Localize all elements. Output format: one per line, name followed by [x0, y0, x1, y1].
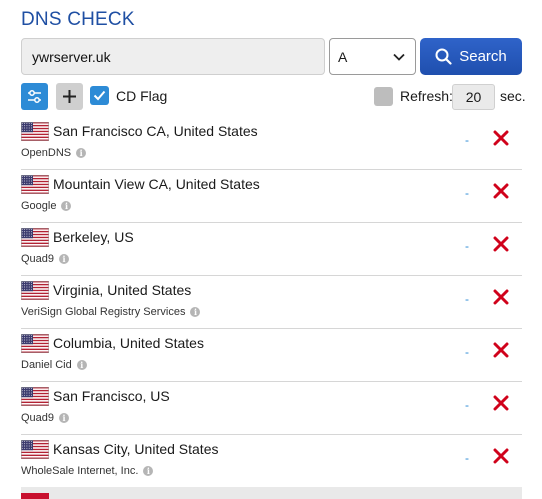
us-flag-icon — [21, 122, 49, 141]
info-icon[interactable]: i — [59, 413, 70, 423]
server-row: San Francisco CA, United States OpenDNS i - — [21, 117, 522, 170]
server-result: - — [465, 133, 469, 147]
check-icon — [93, 90, 106, 101]
server-location: Columbia, United States — [53, 335, 204, 351]
server-row: Mountain View CA, United States Google i - — [21, 170, 522, 223]
delete-icon[interactable] — [493, 395, 509, 411]
server-row: Kansas City, United States WholeSale Inte… — [21, 435, 522, 488]
server-row-partial — [21, 487, 522, 499]
server-provider-name: VeriSign Global Registry Services — [21, 306, 186, 318]
server-provider: OpenDNS i — [21, 147, 87, 159]
us-flag-icon — [21, 175, 49, 194]
record-type-value: A — [338, 48, 348, 65]
server-provider-name: WholeSale Internet, Inc. — [21, 465, 139, 477]
seconds-label: sec. — [500, 88, 526, 104]
plus-icon — [63, 90, 76, 103]
server-provider-name: Daniel Cid — [21, 359, 72, 371]
delete-icon[interactable] — [493, 289, 509, 305]
info-icon[interactable]: i — [190, 307, 201, 317]
server-provider: Quad9 i — [21, 412, 70, 424]
server-location: San Francisco CA, United States — [53, 123, 258, 139]
server-location: Mountain View CA, United States — [53, 176, 260, 192]
server-provider: Daniel Cid i — [21, 359, 87, 371]
delete-icon[interactable] — [493, 130, 509, 146]
us-flag-icon — [21, 281, 49, 300]
delete-icon[interactable] — [493, 448, 509, 464]
server-result: - — [465, 398, 469, 412]
chevron-down-icon — [393, 53, 405, 61]
info-icon[interactable]: i — [76, 360, 87, 370]
server-result: - — [465, 186, 469, 200]
refresh-checkbox[interactable] — [374, 87, 393, 106]
search-button-label: Search — [459, 48, 507, 65]
server-row: San Francisco, US Quad9 i - — [21, 382, 522, 435]
info-icon[interactable]: i — [61, 201, 72, 211]
server-location: Berkeley, US — [53, 229, 134, 245]
server-row: Virginia, United States VeriSign Global R… — [21, 276, 522, 329]
cd-flag-label: CD Flag — [116, 88, 168, 104]
server-provider: Quad9 i — [21, 253, 70, 265]
delete-icon[interactable] — [493, 183, 509, 199]
server-provider-name: Google — [21, 200, 57, 212]
sliders-icon — [28, 90, 41, 103]
cd-flag-checkbox[interactable] — [90, 86, 109, 105]
server-provider: WholeSale Internet, Inc. i — [21, 465, 154, 477]
delete-icon[interactable] — [493, 236, 509, 252]
server-location: Virginia, United States — [53, 282, 192, 298]
server-result: - — [465, 239, 469, 253]
server-row: Columbia, United States Daniel Cid i - — [21, 329, 522, 382]
server-provider: Google i — [21, 200, 72, 212]
server-result: - — [465, 451, 469, 465]
server-provider: VeriSign Global Registry Services i — [21, 306, 201, 318]
info-icon[interactable]: i — [76, 148, 87, 158]
record-type-select[interactable]: A — [329, 38, 416, 75]
server-result: - — [465, 292, 469, 306]
info-icon[interactable]: i — [59, 254, 70, 264]
info-icon[interactable]: i — [143, 466, 154, 476]
server-provider-name: Quad9 — [21, 253, 55, 265]
us-flag-icon — [21, 387, 49, 406]
search-button[interactable]: Search — [420, 38, 522, 75]
refresh-label: Refresh: — [400, 88, 453, 104]
add-server-button[interactable] — [56, 83, 83, 110]
server-provider-name: Quad9 — [21, 412, 55, 424]
page-title: DNS CHECK — [21, 9, 135, 30]
us-flag-icon — [21, 440, 49, 459]
delete-icon[interactable] — [493, 342, 509, 358]
server-row: Berkeley, US Quad9 i - — [21, 223, 522, 276]
refresh-interval-input[interactable]: 20 — [452, 84, 495, 110]
server-result: - — [465, 345, 469, 359]
server-location: San Francisco, US — [53, 388, 170, 404]
us-flag-icon — [21, 334, 49, 353]
domain-input[interactable] — [21, 38, 325, 75]
search-icon — [435, 48, 452, 65]
us-flag-icon — [21, 228, 49, 247]
settings-button[interactable] — [21, 83, 48, 110]
flag-icon — [21, 493, 49, 499]
server-location: Kansas City, United States — [53, 441, 219, 457]
server-provider-name: OpenDNS — [21, 147, 72, 159]
